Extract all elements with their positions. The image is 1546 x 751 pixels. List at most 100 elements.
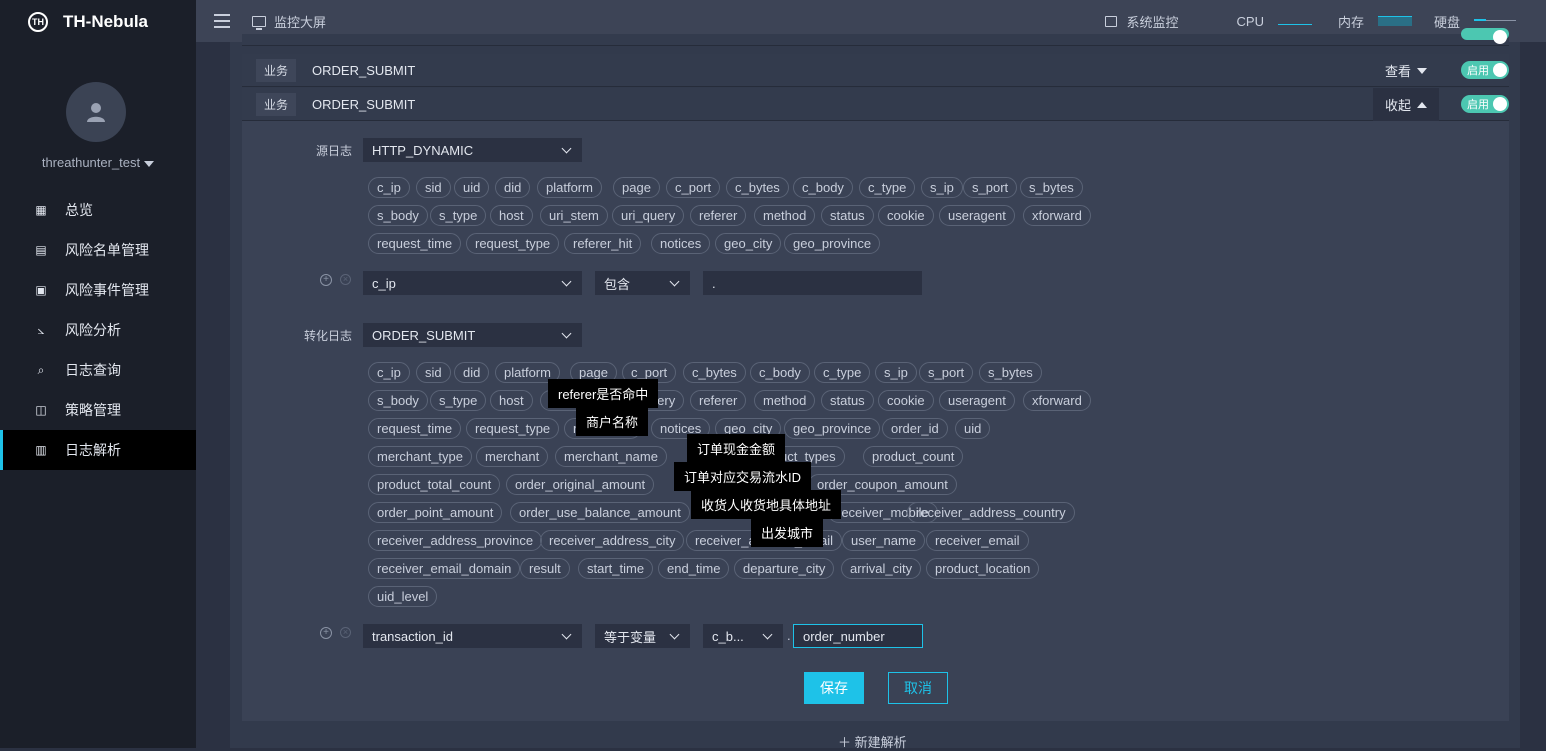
nav-item-overview[interactable]: ▦ 总览	[0, 190, 196, 230]
field-chip-did[interactable]: did	[454, 362, 490, 383]
add-condition-icon[interactable]: +	[320, 274, 332, 286]
field-chip-c-bytes[interactable]: c_bytes	[683, 362, 746, 383]
new-parse-button[interactable]: ＋ 新建解析	[838, 732, 907, 751]
field-chip-c-body[interactable]: c_body	[793, 177, 853, 198]
field-chip-s-ip[interactable]: s_ip	[921, 177, 963, 198]
field-chip-product-total-count[interactable]: product_total_count	[368, 474, 501, 495]
view-button[interactable]: 查看	[1373, 54, 1439, 87]
field-chip-c-ip[interactable]: c_ip	[368, 177, 410, 198]
nav-item-risk-analysis[interactable]: ⦣ 风险分析	[0, 310, 196, 350]
field-chip-useragent[interactable]: useragent	[939, 205, 1015, 226]
field-chip-request-time[interactable]: request_time	[368, 418, 462, 439]
target-cond-var-select[interactable]: c_b...	[703, 624, 783, 648]
field-chip-departure-city[interactable]: departure_city	[734, 558, 835, 579]
source-cond-field-select[interactable]: c_ip	[363, 271, 582, 295]
field-chip-did[interactable]: did	[495, 177, 531, 198]
field-chip-arrival-city[interactable]: arrival_city	[841, 558, 922, 579]
field-chip-host[interactable]: host	[490, 205, 533, 226]
menu-toggle-icon[interactable]	[214, 14, 230, 28]
field-chip-s-bytes[interactable]: s_bytes	[979, 362, 1042, 383]
field-chip-receiver-email-domain[interactable]: receiver_email_domain	[368, 558, 521, 579]
field-chip-result[interactable]: result	[520, 558, 570, 579]
remove-condition-icon[interactable]: ×	[340, 274, 351, 285]
field-chip-host[interactable]: host	[490, 390, 533, 411]
field-chip-notices[interactable]: notices	[651, 233, 711, 254]
system-monitor-link[interactable]: 系统监控	[1104, 12, 1179, 31]
field-chip-order-point-amount[interactable]: order_point_amount	[368, 502, 503, 523]
field-chip-uid-level[interactable]: uid_level	[368, 586, 438, 607]
field-chip-xforward[interactable]: xforward	[1023, 205, 1091, 226]
field-chip-start-time[interactable]: start_time	[578, 558, 654, 579]
field-chip-user-name[interactable]: user_name	[842, 530, 926, 551]
field-chip-c-body[interactable]: c_body	[750, 362, 810, 383]
field-chip-referer[interactable]: referer	[690, 205, 747, 226]
user-menu[interactable]: threathunter_test	[0, 155, 196, 170]
field-chip-end-time[interactable]: end_time	[658, 558, 730, 579]
field-chip-s-type[interactable]: s_type	[430, 390, 487, 411]
field-chip-c-ip[interactable]: c_ip	[368, 362, 410, 383]
field-chip-referer-hit[interactable]: referer_hit	[564, 233, 642, 254]
field-chip-request-type[interactable]: request_type	[466, 418, 560, 439]
field-chip-product-count[interactable]: product_count	[863, 446, 964, 467]
nav-item-log-query[interactable]: ⌕ 日志查询	[0, 350, 196, 390]
parse-row[interactable]: 业务 ORDER_SUBMIT 查看 启用	[242, 54, 1509, 87]
field-chip-order-use-balance-amount[interactable]: order_use_balance_amount	[510, 502, 690, 523]
field-chip-order-id[interactable]: order_id	[882, 418, 948, 439]
target-cond-field-select[interactable]: transaction_id	[363, 624, 582, 648]
parse-row-expanded[interactable]: 业务 ORDER_SUBMIT 收起 启用	[242, 88, 1509, 121]
field-chip-product-location[interactable]: product_location	[926, 558, 1040, 579]
field-chip-c-type[interactable]: c_type	[814, 362, 871, 383]
field-chip-request-time[interactable]: request_time	[368, 233, 462, 254]
field-chip-s-port[interactable]: s_port	[919, 362, 974, 383]
nav-item-risk-event[interactable]: ▣ 风险事件管理	[0, 270, 196, 310]
field-chip-order-original-amount[interactable]: order_original_amount	[506, 474, 655, 495]
field-chip-method[interactable]: method	[754, 390, 816, 411]
field-chip-s-body[interactable]: s_body	[368, 205, 428, 226]
target-log-select[interactable]: ORDER_SUBMIT	[363, 323, 582, 347]
field-chip-s-bytes[interactable]: s_bytes	[1020, 177, 1083, 198]
field-chip-receiver-address-country[interactable]: receiver_address_country	[907, 502, 1075, 523]
field-chip-geo-province[interactable]: geo_province	[784, 418, 881, 439]
field-chip-sid[interactable]: sid	[416, 362, 451, 383]
field-chip-s-ip[interactable]: s_ip	[875, 362, 917, 383]
field-chip-geo-city[interactable]: geo_city	[715, 233, 782, 254]
field-chip-uri-stem[interactable]: uri_stem	[540, 205, 608, 226]
field-chip-method[interactable]: method	[754, 205, 816, 226]
field-chip-useragent[interactable]: useragent	[939, 390, 1015, 411]
source-cond-op-select[interactable]: 包含	[595, 271, 690, 295]
collapse-button[interactable]: 收起	[1372, 88, 1439, 121]
field-chip-xforward[interactable]: xforward	[1023, 390, 1091, 411]
field-chip-request-type[interactable]: request_type	[466, 233, 560, 254]
field-chip-status[interactable]: status	[821, 205, 874, 226]
nav-item-log-parse[interactable]: ▥ 日志解析	[0, 430, 196, 470]
field-chip-geo-province[interactable]: geo_province	[784, 233, 881, 254]
field-chip-merchant[interactable]: merchant	[476, 446, 549, 467]
field-chip-uri-query[interactable]: uri_query	[612, 205, 685, 226]
nav-item-strategy[interactable]: ◫ 策略管理	[0, 390, 196, 430]
field-chip-uid[interactable]: uid	[454, 177, 490, 198]
field-chip-cookie[interactable]: cookie	[878, 205, 934, 226]
field-chip-c-bytes[interactable]: c_bytes	[726, 177, 789, 198]
target-cond-value-input[interactable]: order_number	[793, 624, 923, 648]
avatar[interactable]	[66, 82, 126, 142]
cancel-button[interactable]: 取消	[888, 672, 948, 704]
field-chip-s-port[interactable]: s_port	[963, 177, 1018, 198]
field-chip-receiver-address-province[interactable]: receiver_address_province	[368, 530, 543, 551]
target-cond-op-select[interactable]: 等于变量	[595, 624, 690, 648]
field-chip-c-port[interactable]: c_port	[666, 177, 721, 198]
field-chip-referer[interactable]: referer	[690, 390, 747, 411]
remove-condition-icon[interactable]: ×	[340, 627, 351, 638]
monitor-screen-link[interactable]: 监控大屏	[252, 12, 326, 31]
field-chip-sid[interactable]: sid	[416, 177, 451, 198]
field-chip-receiver-email[interactable]: receiver_email	[926, 530, 1029, 551]
field-chip-receiver-address-city[interactable]: receiver_address_city	[540, 530, 685, 551]
field-chip-s-type[interactable]: s_type	[430, 205, 487, 226]
brand[interactable]: TH TH-Nebula	[0, 0, 196, 44]
save-button[interactable]: 保存	[804, 672, 864, 704]
source-cond-value-input[interactable]: .	[703, 271, 922, 295]
field-chip-page[interactable]: page	[613, 177, 660, 198]
field-chip-status[interactable]: status	[821, 390, 874, 411]
field-chip-cookie[interactable]: cookie	[878, 390, 934, 411]
source-log-select[interactable]: HTTP_DYNAMIC	[363, 138, 582, 162]
field-chip-s-body[interactable]: s_body	[368, 390, 428, 411]
